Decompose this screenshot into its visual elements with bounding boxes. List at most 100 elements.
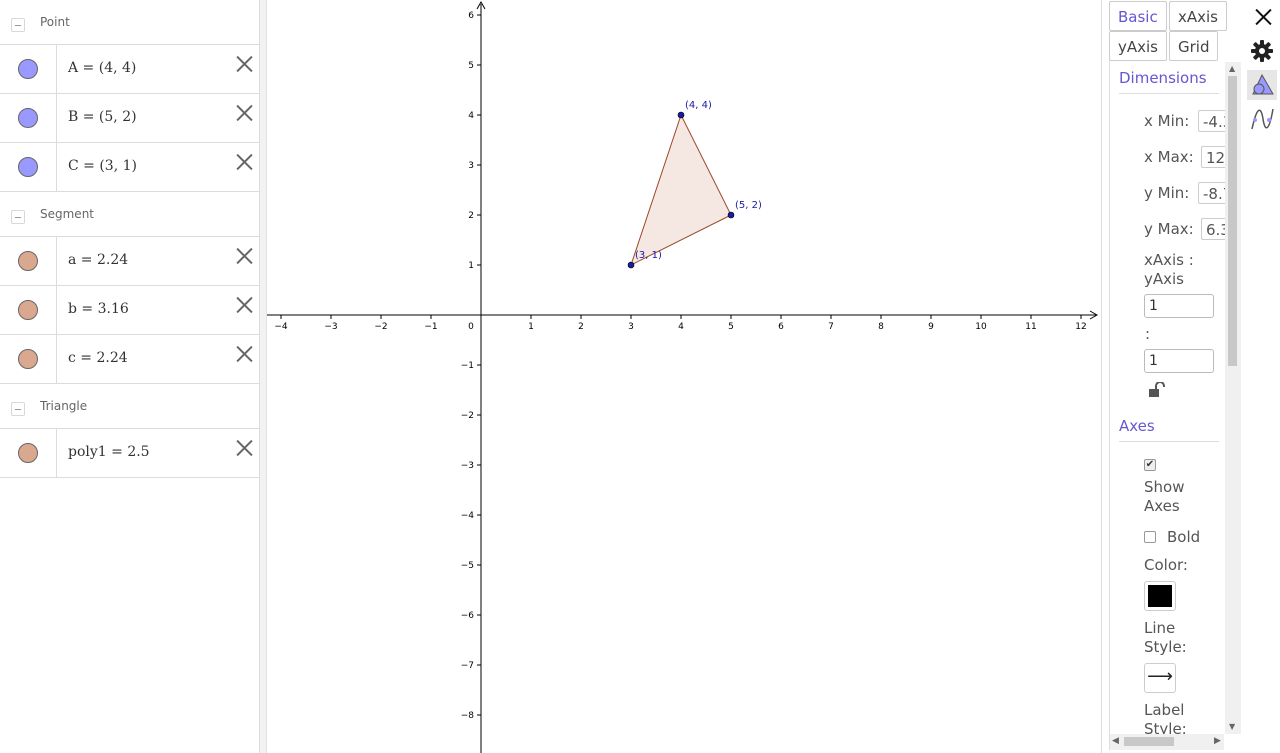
- ratio-x-input[interactable]: 1: [1144, 294, 1214, 318]
- horizontal-scrollbar[interactable]: ◀ ▶: [1110, 734, 1224, 750]
- bold-checkbox[interactable]: [1144, 531, 1156, 543]
- bold-label: Bold: [1167, 528, 1201, 546]
- x-tick-label: 6: [778, 322, 784, 332]
- delete-icon[interactable]: [233, 437, 255, 459]
- algebra-expression[interactable]: A = (4, 4): [68, 60, 136, 76]
- y-tick-label: 4: [468, 111, 474, 121]
- point-label: (4, 4): [685, 100, 712, 111]
- dimensions-title: Dimensions: [1119, 69, 1207, 87]
- visibility-marble-icon[interactable]: [18, 349, 38, 369]
- group-point-header[interactable]: Point: [0, 0, 259, 45]
- algebra-expression[interactable]: b = 3.16: [68, 301, 129, 317]
- algebra-row-C[interactable]: C = (3, 1): [0, 143, 259, 192]
- algebra-expression[interactable]: c = 2.24: [68, 350, 128, 366]
- function-curve-icon[interactable]: [1247, 104, 1277, 134]
- collapse-icon[interactable]: [11, 18, 25, 32]
- collapse-icon[interactable]: [11, 402, 25, 416]
- group-triangle-header[interactable]: Triangle: [0, 384, 259, 429]
- delete-icon[interactable]: [233, 294, 255, 316]
- tab-xaxis[interactable]: xAxis: [1169, 1, 1227, 31]
- x-tick-label: 9: [928, 322, 934, 332]
- group-name: Triangle: [40, 399, 88, 413]
- collapse-icon[interactable]: [11, 210, 25, 224]
- x-tick-label: 10: [975, 322, 987, 332]
- color-label: Color:: [1144, 556, 1188, 574]
- point[interactable]: [627, 261, 635, 269]
- axis-ratio-label: yAxis: [1144, 270, 1184, 288]
- algebra-row-B[interactable]: B = (5, 2): [0, 94, 259, 143]
- ratio-colon: :: [1145, 325, 1151, 343]
- visibility-marble-icon[interactable]: [18, 443, 38, 463]
- line-style-label: Line: [1144, 619, 1176, 637]
- algebra-row-c[interactable]: c = 2.24: [0, 335, 259, 384]
- tab-yaxis[interactable]: yAxis: [1109, 31, 1167, 61]
- x-tick-label: 11: [1025, 322, 1036, 332]
- y-tick-label: −5: [461, 561, 474, 571]
- scroll-down-icon[interactable]: ▼: [1229, 722, 1235, 731]
- y-tick-label: −3: [461, 461, 474, 471]
- marble-cell: [0, 45, 57, 93]
- y-tick-label: −7: [461, 661, 474, 671]
- scroll-up-icon[interactable]: ▲: [1229, 64, 1235, 73]
- close-icon[interactable]: [1252, 6, 1274, 28]
- visibility-marble-icon[interactable]: [18, 59, 38, 79]
- visibility-marble-icon[interactable]: [18, 108, 38, 128]
- scroll-right-icon[interactable]: ▶: [1214, 736, 1221, 746]
- panel-splitter[interactable]: [260, 0, 267, 753]
- color-swatch: [1148, 585, 1172, 607]
- graphics-canvas[interactable]: −4 −3 −2 −1 0 1 2 3 4 5 6 7 8 9 10 11 12123456−1−2−3−4−5…: [267, 0, 1101, 753]
- ymax-label: y Max:: [1144, 220, 1194, 238]
- x-tick-label: 0: [468, 322, 474, 332]
- x-tick-label: −4: [274, 322, 288, 332]
- axis-ratio-label: xAxis :: [1144, 251, 1194, 269]
- delete-icon[interactable]: [233, 245, 255, 267]
- unlock-icon[interactable]: [1148, 381, 1166, 402]
- point[interactable]: [727, 211, 735, 219]
- scrollbar-thumb[interactable]: [1124, 737, 1174, 746]
- delete-icon[interactable]: [233, 151, 255, 173]
- marble-cell: [0, 429, 57, 477]
- scrollbar-thumb[interactable]: [1228, 76, 1237, 366]
- point-label: (3, 1): [635, 250, 662, 261]
- show-axes-checkbox[interactable]: ✔: [1144, 459, 1156, 471]
- graphics-view[interactable]: −4 −3 −2 −1 0 1 2 3 4 5 6 7 8 9 10 11 12 1 2 3 4 5 6 −1 −2 −3 −4 −5…: [267, 0, 1101, 753]
- tab-basic[interactable]: Basic: [1109, 1, 1167, 31]
- algebra-expression[interactable]: a = 2.24: [68, 252, 128, 268]
- x-tick-label: 5: [728, 322, 734, 332]
- graphics-view-icon[interactable]: [1247, 70, 1277, 100]
- delete-icon[interactable]: [233, 102, 255, 124]
- algebra-row-b[interactable]: b = 3.16: [0, 286, 259, 335]
- y-tick-label: 2: [468, 211, 474, 221]
- algebra-row-poly1[interactable]: poly1 = 2.5: [0, 429, 259, 478]
- gear-icon[interactable]: [1247, 36, 1277, 66]
- visibility-marble-icon[interactable]: [18, 157, 38, 177]
- axes-title: Axes: [1119, 417, 1155, 435]
- visibility-marble-icon[interactable]: [18, 251, 38, 271]
- label-style-label: Label: [1144, 701, 1185, 719]
- y-tick-label: −2: [461, 411, 474, 421]
- algebra-row-a[interactable]: a = 2.24: [0, 237, 259, 286]
- point[interactable]: [677, 111, 685, 119]
- marble-cell: [0, 286, 57, 334]
- delete-icon[interactable]: [233, 53, 255, 75]
- x-tick-label: 2: [578, 322, 584, 332]
- group-segment-header[interactable]: Segment: [0, 192, 259, 237]
- triangle-poly1[interactable]: [630, 113, 732, 266]
- axis-color-button[interactable]: [1144, 581, 1176, 611]
- ratio-y-input[interactable]: 1: [1144, 349, 1214, 373]
- algebra-expression[interactable]: poly1 = 2.5: [68, 444, 150, 460]
- xmax-label: x Max:: [1144, 148, 1194, 166]
- visibility-marble-icon[interactable]: [18, 300, 38, 320]
- vertical-scrollbar[interactable]: ▲ ▼: [1225, 62, 1241, 734]
- x-tick-label: 4: [678, 322, 684, 332]
- algebra-expression[interactable]: C = (3, 1): [68, 158, 137, 174]
- line-style-button[interactable]: ⟶: [1144, 663, 1176, 693]
- y-tick-label: 1: [468, 261, 474, 271]
- algebra-expression[interactable]: B = (5, 2): [68, 109, 137, 125]
- delete-icon[interactable]: [233, 343, 255, 365]
- tab-grid[interactable]: Grid: [1169, 31, 1219, 61]
- algebra-row-A[interactable]: A = (4, 4): [0, 45, 259, 94]
- show-axes-label: Axes: [1144, 497, 1180, 515]
- scroll-left-icon[interactable]: ◀: [1112, 736, 1119, 746]
- section-divider: [1119, 441, 1219, 442]
